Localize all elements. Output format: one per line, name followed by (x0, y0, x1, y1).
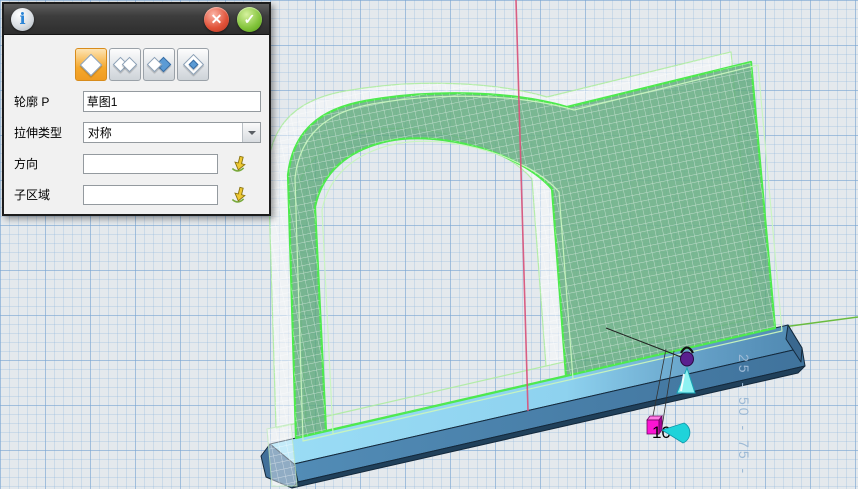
dialog-body: 轮廓 P 拉伸类型 对称 方向 子区域 (4, 48, 269, 214)
extrude-type-button-2[interactable] (109, 48, 141, 81)
application-window: { "dialog": { "info_glyph": "i", "cancel… (0, 0, 858, 489)
profile-row: 轮廓 P (14, 91, 261, 112)
direction-row: 方向 (14, 153, 261, 174)
diamond-pair-icon (122, 57, 138, 73)
confirm-button[interactable]: ✓ (237, 7, 262, 32)
pick-arrow-icon (229, 155, 247, 173)
extrude-type-select[interactable]: 对称 (83, 122, 261, 143)
direction-picker-button[interactable] (228, 154, 248, 174)
base-plate[interactable] (261, 325, 805, 488)
profile-label: 轮廓 P (14, 93, 83, 110)
info-icon[interactable]: i (11, 8, 34, 31)
subregion-input[interactable] (83, 185, 218, 205)
extrude-preview-ghost-strip (267, 424, 297, 486)
dialog-actions: ✕ ✓ (204, 7, 262, 32)
extrude-type-value: 对称 (84, 123, 242, 142)
extrude-dialog: i ✕ ✓ (2, 2, 271, 216)
extrude-type-button-4[interactable] (177, 48, 209, 81)
extrude-type-row: 拉伸类型 对称 (14, 122, 261, 143)
pick-arrow-icon (229, 186, 247, 204)
direction-input[interactable] (83, 154, 218, 174)
info-glyph: i (19, 11, 25, 27)
profile-input[interactable] (83, 91, 261, 112)
check-icon: ✓ (244, 12, 256, 26)
subregion-row: 子区域 (14, 184, 261, 205)
cancel-button[interactable]: ✕ (204, 7, 229, 32)
anchor-sphere-handle[interactable] (681, 352, 694, 366)
extrude-type-toolbar (75, 48, 269, 81)
subregion-picker-button[interactable] (228, 185, 248, 205)
subregion-label: 子区域 (14, 186, 83, 203)
dialog-titlebar: i ✕ ✓ (4, 4, 269, 35)
dropdown-arrow-icon[interactable] (242, 123, 260, 142)
diamond-single-icon (80, 54, 103, 77)
extrude-type-button-3[interactable] (143, 48, 175, 81)
close-icon: ✕ (211, 12, 223, 26)
sketch-axis-vertical (516, 0, 528, 411)
direction-label: 方向 (14, 155, 83, 172)
extrude-type-label: 拉伸类型 (14, 124, 83, 141)
extent-ruler-label: 25 - 50 - 75 - (736, 354, 752, 476)
extrude-type-button-1[interactable] (75, 48, 107, 81)
